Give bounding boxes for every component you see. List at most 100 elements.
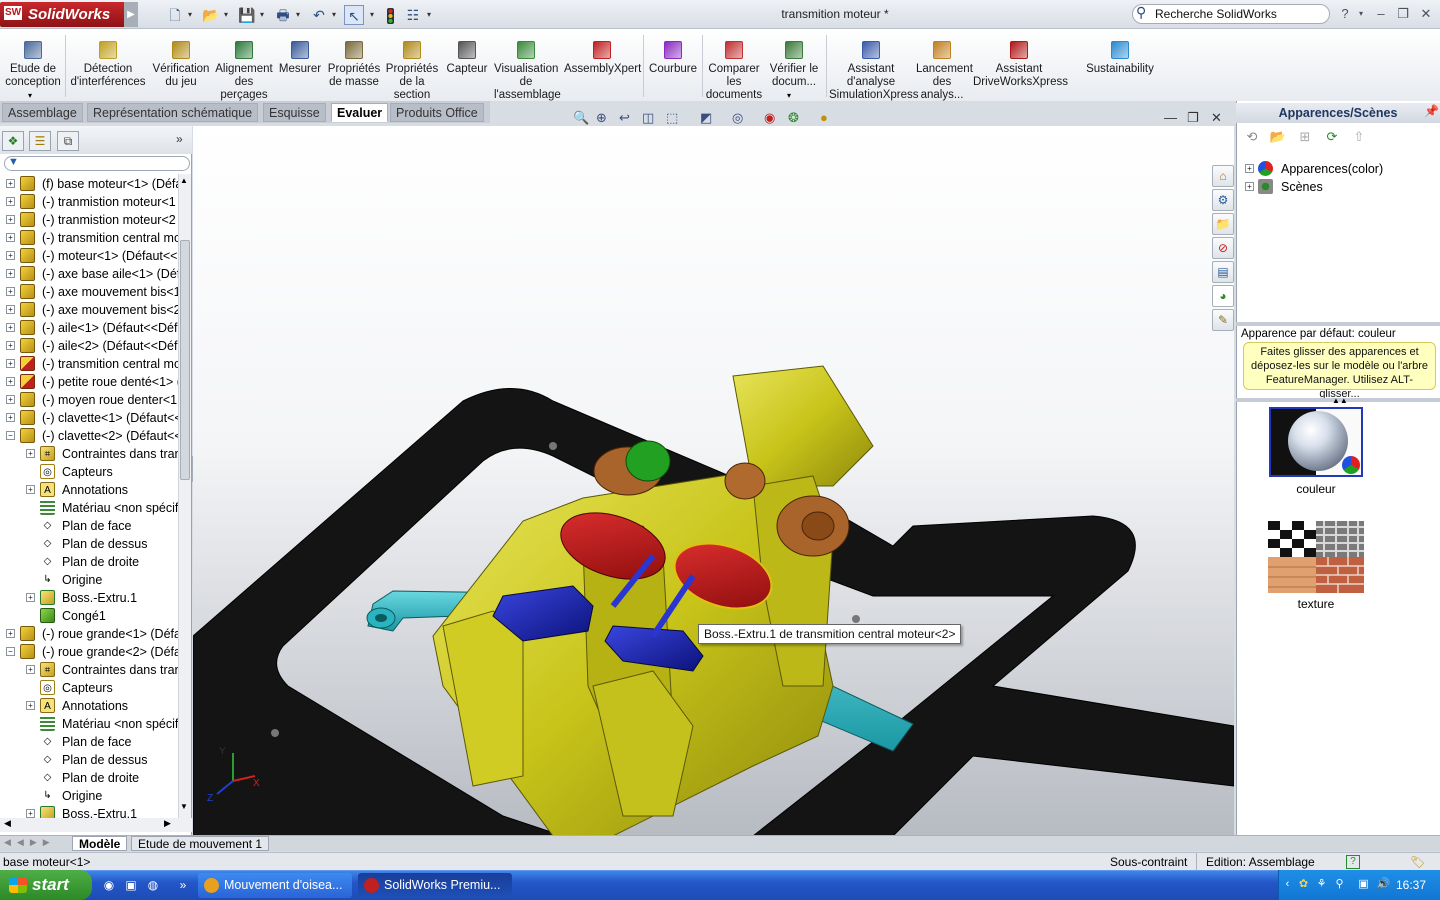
expander-icon[interactable]: + (6, 179, 15, 188)
featuremanager-tree-icon[interactable]: ❖ (2, 131, 24, 151)
expander-icon[interactable]: + (6, 377, 15, 386)
menu-expand-icon[interactable]: ▶ (124, 2, 138, 27)
expander-icon[interactable]: + (6, 251, 15, 260)
cmd-button-driveworks[interactable]: Assistant DriveWorksXpress (973, 29, 1068, 101)
tree-row[interactable]: + (-) aile<1> (Défaut<<Défa (0, 319, 178, 337)
solidworks-resources-icon[interactable]: ⌂ (1212, 165, 1234, 187)
scroll-up-icon[interactable]: ▲ (180, 176, 188, 185)
tab-esquisse[interactable]: Esquisse (263, 103, 326, 122)
tree-row[interactable]: − (-) clavette<2> (Défaut<< (0, 427, 178, 445)
scroll-left-icon[interactable]: ◀ (4, 818, 11, 829)
quicklaunch-ie-icon[interactable]: ◉ (100, 876, 118, 894)
tab-assemblage[interactable]: Assemblage (2, 103, 83, 122)
tree-row[interactable]: ◇ Plan de dessus (0, 535, 178, 553)
search-icon[interactable]: ⚲ (1136, 4, 1146, 21)
save-icon[interactable]: 💾 (238, 5, 256, 25)
tree-row[interactable]: + (-) moteur<1> (Défaut<< (0, 247, 178, 265)
expander-icon[interactable]: + (6, 629, 15, 638)
open-folder-icon[interactable]: 📂 (202, 5, 220, 25)
tab-scroll-icons[interactable]: ◀◀▶▶ (4, 837, 56, 848)
cmd-button-assembly-vis[interactable]: Visualisation de l'assemblage (494, 29, 561, 101)
design-library-icon[interactable]: ⚙ (1212, 189, 1234, 211)
tab-etude-de-mouvement[interactable]: Etude de mouvement 1 (131, 836, 270, 851)
cmd-button-measure[interactable]: Mesurer (276, 29, 324, 101)
tree-row[interactable]: ◇ Plan de face (0, 517, 178, 535)
help-status-icon[interactable]: ? (1346, 855, 1360, 869)
tree-row[interactable]: + (f) base moteur<1> (Défa (0, 175, 178, 193)
tree-row[interactable]: + (-) clavette<1> (Défaut<< (0, 409, 178, 427)
cmd-button-interference[interactable]: Détection d'interférences (68, 29, 148, 101)
print-dropdown-icon[interactable]: ▾ (294, 5, 302, 25)
cmd-button-compare[interactable]: Comparer les documents (705, 29, 763, 101)
volume-icon[interactable]: 🔊 (1376, 877, 1391, 892)
expander-icon[interactable]: + (26, 665, 35, 674)
save-dropdown-icon[interactable]: ▾ (258, 5, 266, 25)
previous-view-icon[interactable]: ↩ (619, 109, 630, 127)
help-dropdown-icon[interactable]: ▾ (1352, 6, 1370, 22)
taskbar-task[interactable]: SolidWorks Premiu... (358, 873, 512, 898)
splitter-grip-icon[interactable]: ▲▲ (1332, 396, 1348, 405)
quicklaunch-desktop-icon[interactable]: ▣ (122, 876, 140, 894)
section-view-icon[interactable]: ◫ (642, 109, 654, 127)
cmd-dropdown-icon[interactable]: ▾ (28, 91, 32, 100)
options-icon[interactable]: ☷ (404, 5, 422, 25)
tree-row[interactable]: + (-) aile<2> (Défaut<<Défa (0, 337, 178, 355)
tray-expand-icon[interactable]: ‹ (1280, 877, 1295, 892)
texture-swatch-icon[interactable] (1268, 521, 1364, 593)
appearances-scenes-tab-icon[interactable]: ◕ (1212, 285, 1234, 307)
search-results-icon[interactable]: ⊘ (1212, 237, 1234, 259)
expander-icon[interactable]: + (26, 701, 35, 710)
hide-show-icon[interactable]: ◎ (732, 109, 743, 127)
tree-row[interactable]: ◇ Plan de dessus (0, 751, 178, 769)
add-file-icon[interactable]: ⊞ (1295, 128, 1315, 146)
tree-row[interactable]: + (-) transmition central mo (0, 355, 178, 373)
tree-row[interactable]: + A Annotations (0, 697, 178, 715)
tree-row[interactable]: + Boss.-Extru.1 (0, 805, 178, 818)
refresh-icon[interactable]: ⟳ (1322, 128, 1342, 146)
quicklaunch-chrome-icon[interactable]: ◍ (144, 876, 162, 894)
tag-icon[interactable]: 🏷 (1410, 853, 1425, 871)
edit-appearance-icon[interactable]: ◉ (764, 109, 775, 127)
view-orientation-icon[interactable]: ⬚ (666, 109, 678, 127)
cmd-dropdown-icon[interactable]: ▾ (787, 91, 791, 100)
cmd-button-hole-alignment[interactable]: Alignement des perçages (214, 29, 274, 101)
select-cursor-icon[interactable]: ↖ (344, 5, 364, 25)
tree-row[interactable]: + (-) moyen roue denter<1: (0, 391, 178, 409)
tree-row[interactable]: + (-) axe base aile<1> (Défa (0, 265, 178, 283)
expander-icon[interactable]: + (6, 197, 15, 206)
expander-icon[interactable]: + (6, 395, 15, 404)
cmd-button-section-props[interactable]: Propriétés de la section (384, 29, 440, 101)
tree-row[interactable]: + (-) tranmistion moteur<1 (0, 193, 178, 211)
tab-produits-office[interactable]: Produits Office (390, 103, 484, 122)
expander-icon[interactable]: + (6, 413, 15, 422)
tree-row[interactable]: ◇ Plan de face (0, 733, 178, 751)
print-icon[interactable]: 🖶 (274, 5, 292, 25)
cmd-button-design-study[interactable]: Etude de conception (2, 29, 64, 101)
tab-representation-schematique[interactable]: Représentation schématique (87, 103, 259, 122)
apply-scene-icon[interactable]: ❂ (788, 109, 799, 127)
view-palette-icon[interactable]: ▤ (1212, 261, 1234, 283)
cmd-button-curvature[interactable]: Courbure (647, 29, 699, 101)
expander-icon[interactable]: + (6, 359, 15, 368)
tab-modele[interactable]: Modèle (72, 836, 128, 851)
tree-row[interactable]: + Boss.-Extru.1 (0, 589, 178, 607)
tree-row[interactable]: ◎ Capteurs (0, 463, 178, 481)
back-icon[interactable]: ⟲ (1242, 128, 1262, 146)
cmd-button-assemblyxpert[interactable]: AssemblyXpert (564, 29, 641, 101)
cmd-button-mass-props[interactable]: Propriétés de masse (326, 29, 382, 101)
tray-monitor-icon[interactable]: ▣ (1356, 877, 1371, 892)
tree-row[interactable]: ↳ Origine (0, 787, 178, 805)
close-button[interactable]: ✕ (1417, 6, 1435, 22)
tree-scrollbar-thumb[interactable] (180, 240, 190, 480)
options-dropdown-icon[interactable]: ▾ (424, 5, 434, 25)
minimize-button[interactable]: – (1372, 6, 1390, 22)
tray-network-icon[interactable]: ⚘ (1314, 877, 1329, 892)
expander-icon[interactable]: − (6, 647, 15, 656)
tree-row[interactable]: − (-) roue grande<2> (Défa (0, 643, 178, 661)
view-settings-icon[interactable]: ● (820, 109, 828, 127)
expander-icon[interactable]: + (26, 485, 35, 494)
tray-icon-1[interactable]: ✿ (1296, 877, 1311, 892)
tray-usb-icon[interactable]: ⚲ (1332, 877, 1347, 892)
tree-row[interactable]: Congé1 (0, 607, 178, 625)
search-input[interactable]: Recherche SolidWorks (1132, 4, 1330, 24)
